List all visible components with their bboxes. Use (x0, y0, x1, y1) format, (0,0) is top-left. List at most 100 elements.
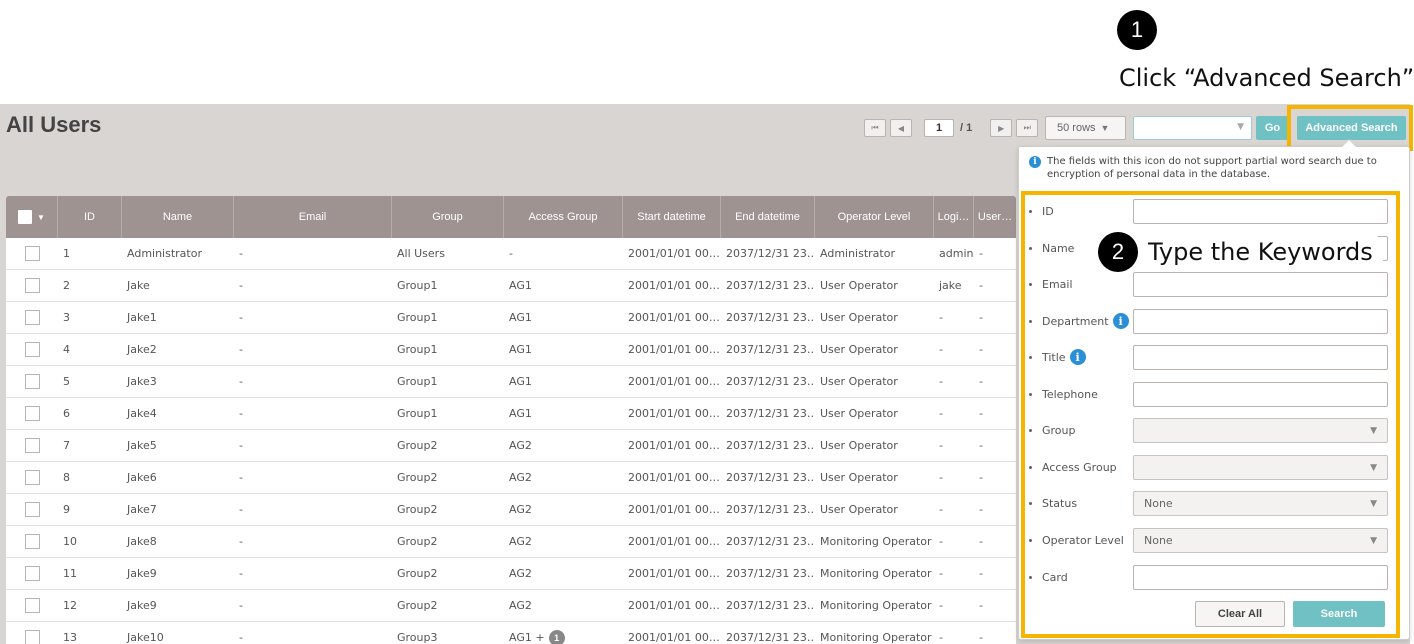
cell-text: User Operator (820, 375, 898, 388)
select-all-checkbox[interactable]: ▼ (6, 196, 58, 238)
row-checkbox-cell (6, 526, 58, 557)
column-header-id[interactable]: ID (58, 196, 122, 238)
cell-login: jake (934, 270, 974, 301)
quick-search-select[interactable]: ▼ (1133, 116, 1252, 140)
cell-end: 2037/12/31 23… (721, 558, 815, 589)
cell-text: 2001/01/01 00… (628, 471, 720, 484)
cell-name: Jake10 (122, 622, 234, 644)
row-checkbox[interactable] (24, 310, 40, 325)
table-row[interactable]: 9 Jake7 - Group2 AG2 2001/01/01 00… 2037/12/31… (6, 494, 1016, 526)
cell-text: 2001/01/01 00… (628, 247, 720, 260)
table-row[interactable]: 13 Jake10 - Group3 AG1 +1 2001/01/01 00… 2037/… (6, 622, 1016, 644)
cell-text: AG2 (509, 535, 532, 548)
cell-text: Group2 (397, 439, 438, 452)
cell-group: All Users (392, 238, 504, 269)
column-header-operator-level[interactable]: Operator Level (815, 196, 934, 238)
table-row[interactable]: 6 Jake4 - Group1 AG1 2001/01/01 00… 2037/12/31… (6, 398, 1016, 430)
cell-access-group: AG1 +1 (504, 622, 623, 644)
cell-text: Group1 (397, 375, 438, 388)
cell-text: - (979, 343, 983, 356)
cell-level: Monitoring Operator (815, 590, 934, 621)
cell-login: - (934, 366, 974, 397)
table-row[interactable]: 10 Jake8 - Group2 AG2 2001/01/01 00… 2037/12/3… (6, 526, 1016, 558)
access-group-count-badge[interactable]: 1 (548, 629, 565, 644)
row-checkbox[interactable] (24, 534, 40, 549)
cell-user: - (974, 494, 1016, 525)
table-row[interactable]: 7 Jake5 - Group2 AG2 2001/01/01 00… 2037/12/31… (6, 430, 1016, 462)
cell-level: Monitoring Operator (815, 622, 934, 644)
row-checkbox[interactable] (24, 566, 40, 581)
cell-text: 4 (63, 343, 70, 356)
column-header-login[interactable]: Logi… (934, 196, 974, 238)
cell-text: AG1 (509, 375, 532, 388)
row-checkbox[interactable] (24, 470, 40, 485)
cell-login: - (934, 430, 974, 461)
cell-id: 5 (58, 366, 122, 397)
row-checkbox[interactable] (24, 630, 40, 644)
cell-text: Jake6 (127, 471, 157, 484)
table-row[interactable]: 3 Jake1 - Group1 AG1 2001/01/01 00… 2037/12/31… (6, 302, 1016, 334)
cell-user: - (974, 334, 1016, 365)
table-row[interactable]: 1 Administrator - All Users - 2001/01/01 00… 2… (6, 238, 1016, 270)
cell-text: Jake4 (127, 407, 157, 420)
cell-text: Group2 (397, 535, 438, 548)
cell-end: 2037/12/31 23… (721, 494, 815, 525)
cell-text: 6 (63, 407, 70, 420)
column-header-name[interactable]: Name (122, 196, 234, 238)
cell-text: Group2 (397, 599, 438, 612)
cell-text: 2037/12/31 23… (726, 279, 815, 292)
cell-text: - (979, 407, 983, 420)
cell-text: 2037/12/31 23… (726, 247, 815, 260)
cell-access-group: AG2 (504, 558, 623, 589)
column-header-start-datetime[interactable]: Start datetime (623, 196, 721, 238)
rows-per-page-select[interactable]: 50 rows ▼ (1045, 116, 1126, 140)
row-checkbox[interactable] (24, 342, 40, 357)
cell-text: - (239, 631, 243, 644)
column-header-access-group[interactable]: Access Group (504, 196, 623, 238)
cell-text: 2037/12/31 23… (726, 343, 815, 356)
table-body: 1 Administrator - All Users -2001/01/01 00… 2… (6, 238, 1016, 644)
prev-page-button[interactable]: ◀ (890, 119, 912, 137)
cell-text: - (979, 503, 983, 516)
next-page-button[interactable]: ▶ (990, 119, 1013, 137)
cell-text: 2001/01/01 00… (628, 439, 720, 452)
cell-group: Group3 (392, 622, 504, 644)
column-header-group[interactable]: Group (392, 196, 504, 238)
cell-access-group: AG2 (504, 430, 623, 461)
cell-email: - (234, 622, 392, 644)
cell-text: 8 (63, 471, 70, 484)
table-row[interactable]: 5 Jake3 - Group1 AG1 2001/01/01 00… 2037/12/31… (6, 366, 1016, 398)
last-page-icon: ⏭ (1023, 123, 1031, 132)
row-checkbox[interactable] (24, 406, 40, 421)
column-header-end-datetime[interactable]: End datetime (721, 196, 815, 238)
cell-text: - (979, 375, 983, 388)
row-checkbox[interactable] (24, 374, 40, 389)
cell-text: Group2 (397, 503, 438, 516)
table-row[interactable]: 8 Jake6 - Group2 AG2 2001/01/01 00… 2037/12/31… (6, 462, 1016, 494)
cell-text: - (939, 535, 943, 548)
column-header-email[interactable]: Email (234, 196, 392, 238)
row-checkbox[interactable] (24, 502, 40, 517)
table-row[interactable]: 4 Jake2 - Group1 AG1 2001/01/01 00… 2037/12/31… (6, 334, 1016, 366)
row-checkbox[interactable] (24, 598, 40, 613)
row-checkbox[interactable] (24, 278, 40, 293)
cell-text: Jake9 (127, 599, 157, 612)
column-header-user[interactable]: User… (974, 196, 1016, 238)
cell-text: - (239, 279, 243, 292)
table-row[interactable]: 12 Jake9 - Group2 AG2 2001/01/01 00… 2037/12/3… (6, 590, 1016, 622)
rows-per-page-value: 50 rows (1057, 122, 1096, 134)
cell-start: 2001/01/01 00… (623, 462, 721, 493)
page-number-input[interactable]: 1 (924, 119, 954, 137)
last-page-button[interactable]: ⏭ (1016, 119, 1039, 137)
first-page-button[interactable]: ⏮ (864, 119, 886, 137)
cell-level: User Operator (815, 462, 934, 493)
cell-text: AG1 (509, 407, 532, 420)
table-row[interactable]: 11 Jake9 - Group2 AG2 2001/01/01 00… 2037/12/3… (6, 558, 1016, 590)
go-button[interactable]: Go (1256, 116, 1289, 140)
cell-name: Jake9 (122, 590, 234, 621)
cell-level: User Operator (815, 430, 934, 461)
row-checkbox[interactable] (24, 438, 40, 453)
cell-text: AG2 (509, 503, 532, 516)
row-checkbox[interactable] (24, 246, 40, 261)
table-row[interactable]: 2 Jake - Group1 AG1 2001/01/01 00… 2037/12/31 … (6, 270, 1016, 302)
